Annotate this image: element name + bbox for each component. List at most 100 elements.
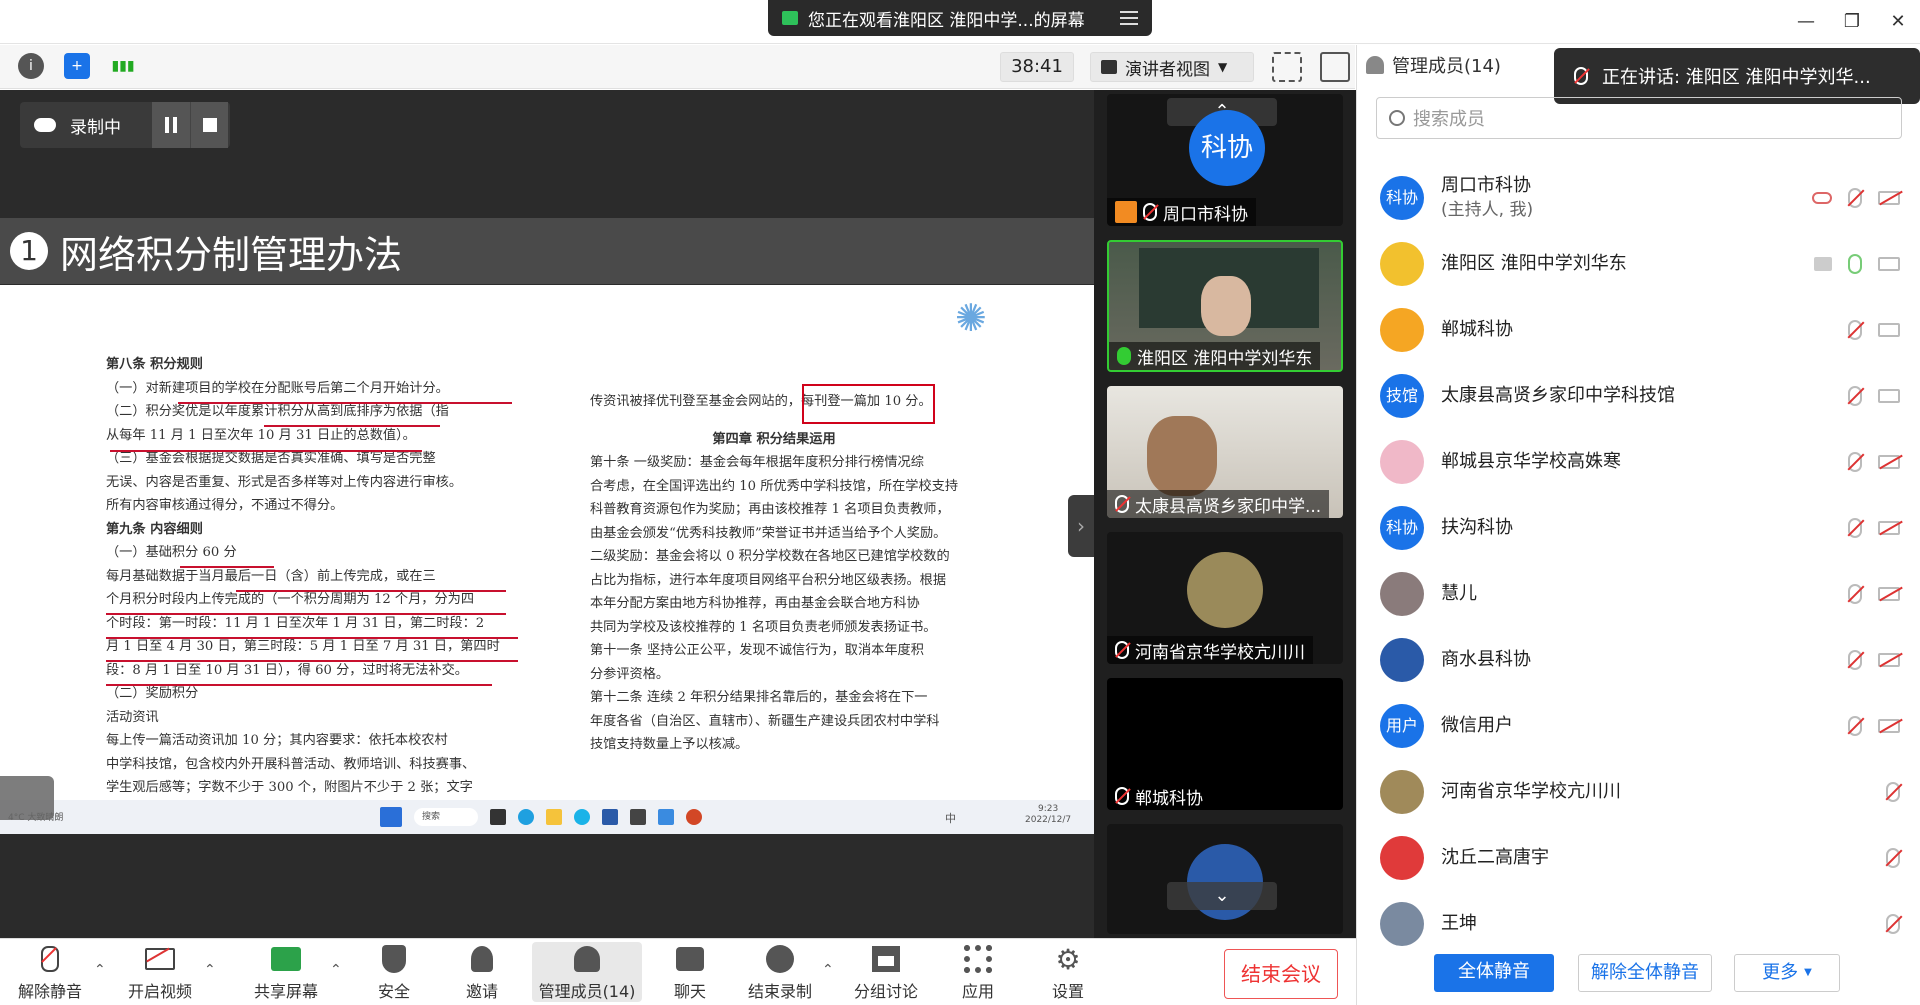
end-meeting-button[interactable]: 结束会议 xyxy=(1224,949,1338,999)
participant-face xyxy=(1147,416,1217,496)
speaker-view-icon xyxy=(1101,60,1117,74)
security-button[interactable]: 安全 xyxy=(344,942,444,1002)
member-row[interactable]: 技馆 太康县高贤乡家印中学科技馆 xyxy=(1380,366,1900,426)
stop-recording-button-bottom[interactable]: 结束录制 xyxy=(730,942,830,1002)
info-icon[interactable]: i xyxy=(18,53,44,79)
collapse-handle[interactable]: › xyxy=(1068,495,1094,557)
unmute-all-button[interactable]: 解除全体静音 xyxy=(1578,954,1712,992)
chevron-up-icon[interactable]: ⌃ xyxy=(94,962,108,978)
camera-icon[interactable] xyxy=(1878,389,1900,403)
signal-icon[interactable]: ▮▮▮ xyxy=(110,53,136,79)
member-row[interactable]: 郸城科协 xyxy=(1380,300,1900,360)
member-controls xyxy=(1886,848,1900,868)
document-line: 段：8 月 1 日至 10 月 31 日），得 60 分，过时将无法补交。 xyxy=(106,662,468,678)
mic-off-icon[interactable] xyxy=(1886,848,1900,868)
mic-off-icon[interactable] xyxy=(1848,386,1862,406)
member-row[interactable]: 科协 周口市科协 (主持人, 我) xyxy=(1380,168,1900,228)
shield-icon[interactable]: + xyxy=(64,53,90,79)
mic-off-icon[interactable] xyxy=(1848,320,1862,340)
camera-off-icon[interactable] xyxy=(1878,587,1900,601)
mute-all-button[interactable]: 全体静音 xyxy=(1434,954,1554,992)
sidebar-toggle-button[interactable] xyxy=(1320,52,1350,82)
app-icon xyxy=(658,809,674,825)
member-row[interactable]: 王坤 xyxy=(1380,894,1900,954)
pause-recording-button[interactable] xyxy=(152,102,190,148)
mic-on-icon[interactable] xyxy=(1848,254,1862,274)
view-selector[interactable]: 演讲者视图 ▼ xyxy=(1090,52,1254,82)
chat-button[interactable]: 聊天 xyxy=(640,942,740,1002)
member-row[interactable]: 科协 扶沟科协 xyxy=(1380,498,1900,558)
chevron-up-icon[interactable]: ⌃ xyxy=(330,962,344,978)
camera-off-icon[interactable] xyxy=(1878,191,1900,205)
avatar: 科协 xyxy=(1380,176,1424,220)
more-button[interactable]: 更多 ▼ xyxy=(1734,954,1840,992)
camera-off-icon[interactable] xyxy=(1878,455,1900,469)
document-line: 第九条 内容细则 xyxy=(106,521,203,537)
member-search[interactable]: 搜索成员 xyxy=(1376,97,1902,139)
mic-off-icon[interactable] xyxy=(1848,716,1862,736)
video-tile[interactable]: 河南省京华学校亢川川 xyxy=(1107,532,1343,664)
avatar xyxy=(1380,770,1424,814)
member-row[interactable]: 河南省京华学校亢川川 xyxy=(1380,762,1900,822)
mic-off-icon[interactable] xyxy=(1848,452,1862,472)
cloud-record-icon[interactable] xyxy=(1812,192,1832,204)
mic-off-icon[interactable] xyxy=(1886,782,1900,802)
list-icon[interactable] xyxy=(0,776,54,820)
member-row[interactable]: 慧儿 xyxy=(1380,564,1900,624)
invite-button[interactable]: 邀请 xyxy=(432,942,532,1002)
video-tile[interactable]: 太康县高贤乡家印中学... xyxy=(1107,386,1343,518)
settings-button[interactable]: ⚙ 设置 xyxy=(1018,942,1118,1002)
screen-share-icon[interactable] xyxy=(1814,257,1832,271)
mic-off-icon[interactable] xyxy=(1848,650,1862,670)
document-line: 无误、内容是否重复、形式是否多样等对上传内容进行审核。 xyxy=(106,474,463,490)
avatar xyxy=(1380,902,1424,946)
close-button[interactable]: ✕ xyxy=(1886,10,1910,34)
document-line: 科普教育资源包作为奖励；再由该校推荐 1 名项目负责教师， xyxy=(590,502,950,517)
document-line: 第八条 积分规则 xyxy=(106,357,203,372)
member-controls xyxy=(1848,716,1900,736)
manage-members-button[interactable]: 管理成员(14) xyxy=(532,942,642,1002)
stop-recording-button[interactable] xyxy=(190,102,228,148)
member-name-block: 沈丘二高唐宇 xyxy=(1441,846,1549,870)
apps-button[interactable]: 应用 xyxy=(928,942,1028,1002)
member-row[interactable]: 郸城县京华学校高姝寒 xyxy=(1380,432,1900,492)
video-button[interactable]: 开启视频 xyxy=(110,942,210,1002)
unmute-button[interactable]: 解除静音 xyxy=(0,942,100,1002)
fullscreen-button[interactable] xyxy=(1272,52,1302,82)
video-tile[interactable]: ⌃ 科协 周口市科协 xyxy=(1107,94,1343,226)
mic-off-icon[interactable] xyxy=(1848,518,1862,538)
windows-start-icon xyxy=(380,807,402,827)
member-row[interactable]: 沈丘二高唐宇 xyxy=(1380,828,1900,888)
tile-name: 淮阳区 淮阳中学刘华东 xyxy=(1137,348,1313,369)
video-tile[interactable]: 郸城科协 xyxy=(1107,678,1343,810)
camera-off-icon[interactable] xyxy=(1878,521,1900,535)
member-name: 沈丘二高唐宇 xyxy=(1441,847,1549,868)
chevron-up-icon[interactable]: ⌃ xyxy=(204,962,218,978)
member-row[interactable]: 淮阳区 淮阳中学刘华东 xyxy=(1380,234,1900,294)
chevron-up-icon[interactable]: ⌃ xyxy=(822,962,836,978)
video-tile[interactable]: ⌄ xyxy=(1107,824,1343,934)
breakout-button[interactable]: 分组讨论 xyxy=(836,942,936,1002)
avatar: 技馆 xyxy=(1380,374,1424,418)
share-screen-button[interactable]: 共享屏幕 xyxy=(236,942,336,1002)
member-row[interactable]: 用户 微信用户 xyxy=(1380,696,1900,756)
restore-button[interactable]: ❐ xyxy=(1840,10,1864,34)
camera-icon[interactable] xyxy=(1878,323,1900,337)
menu-icon[interactable] xyxy=(1120,11,1138,25)
minimize-button[interactable]: — xyxy=(1794,10,1818,34)
document-line: 占比为指标，进行本年度项目网络平台积分地区级表扬。根据 xyxy=(590,572,947,588)
video-tile-active[interactable]: 淮阳区 淮阳中学刘华东 xyxy=(1107,240,1343,372)
document-line: （一）基础积分 60 分 xyxy=(106,545,237,560)
scroll-down-button[interactable]: ⌄ xyxy=(1167,882,1277,910)
avatar xyxy=(1380,836,1424,880)
camera-icon[interactable] xyxy=(1878,257,1900,271)
camera-off-icon[interactable] xyxy=(1878,653,1900,667)
mic-off-icon[interactable] xyxy=(1886,914,1900,934)
chevron-down-icon: ▼ xyxy=(1218,60,1228,74)
member-row[interactable]: 商水县科协 xyxy=(1380,630,1900,690)
camera-off-icon[interactable] xyxy=(1878,719,1900,733)
share-banner[interactable]: 您正在观看淮阳区 淮阳中学...的屏幕 xyxy=(768,0,1152,36)
mic-off-icon[interactable] xyxy=(1848,188,1862,208)
mic-off-icon[interactable] xyxy=(1848,584,1862,604)
member-name: 周口市科协 xyxy=(1441,175,1531,196)
